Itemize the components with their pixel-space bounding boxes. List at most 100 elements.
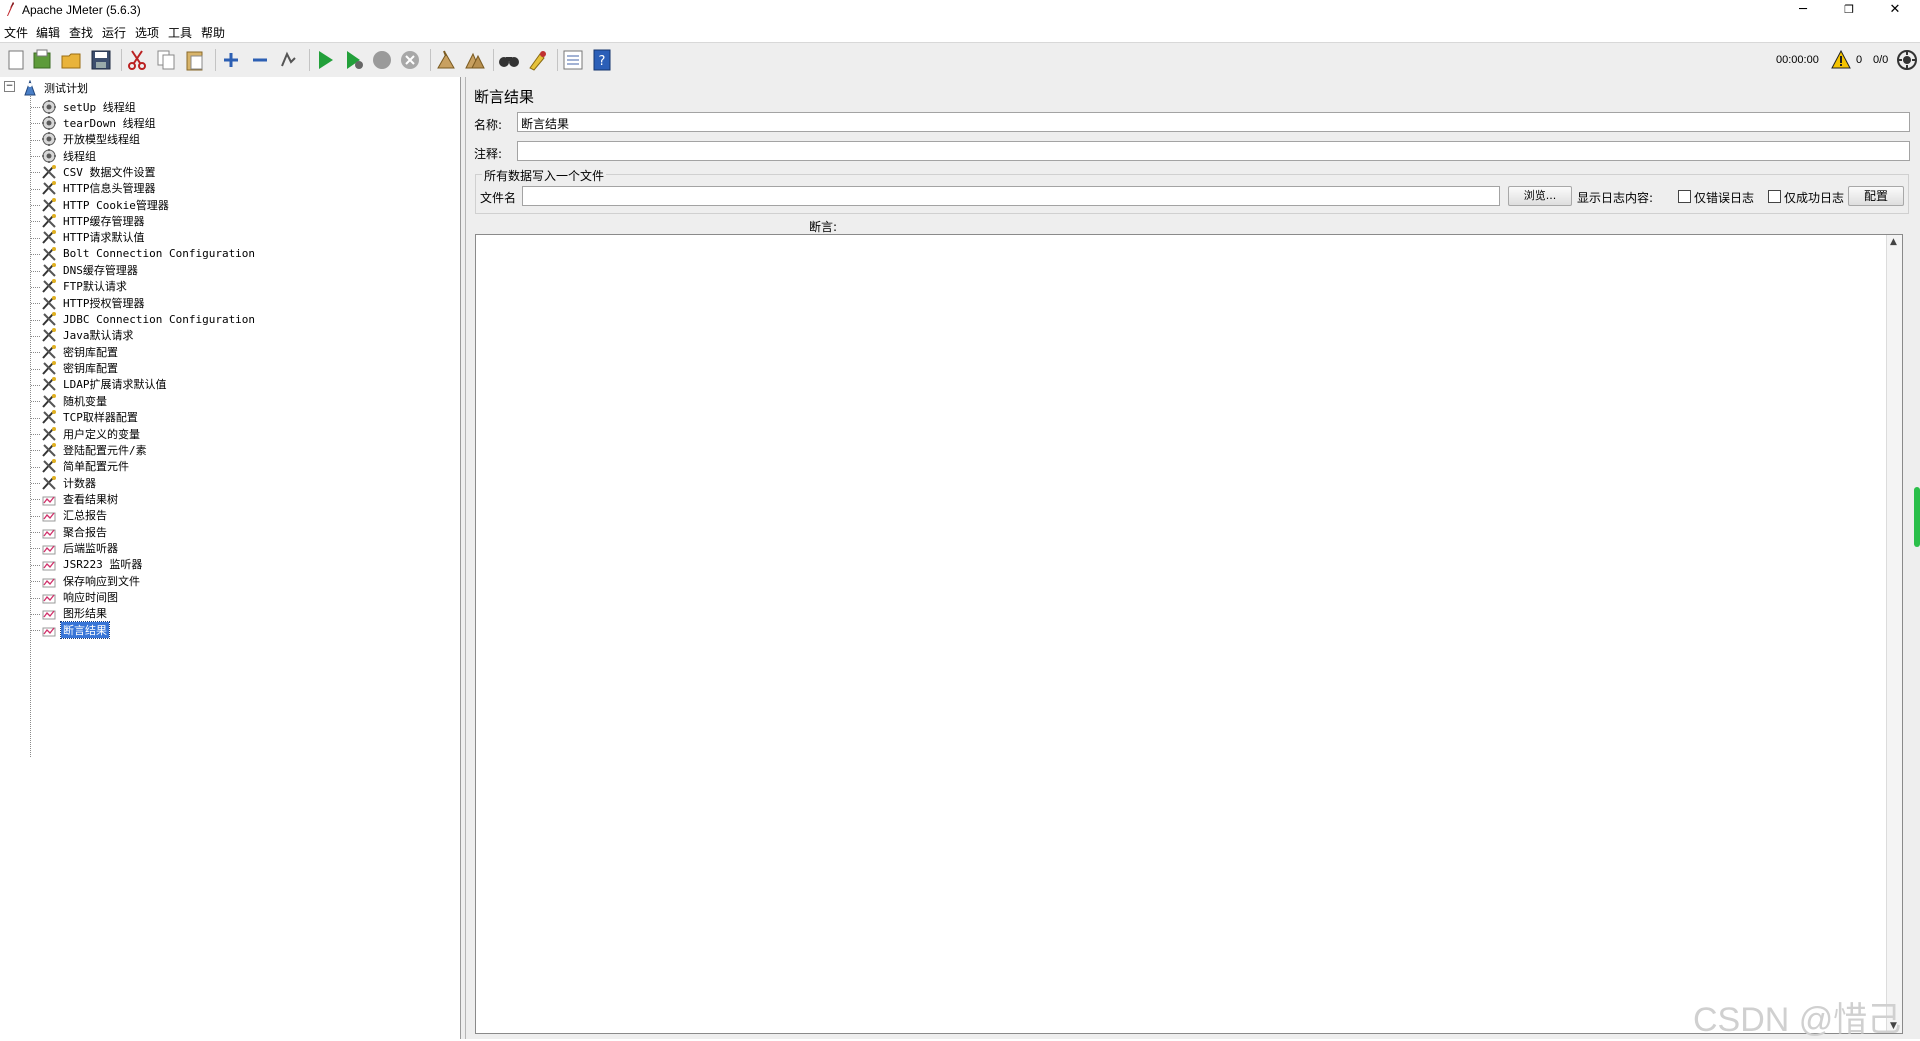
cut-icon[interactable] — [125, 48, 149, 72]
clear-icon[interactable] — [434, 48, 458, 72]
menu-bar: 文件 编辑 查找 运行 选项 工具 帮助 — [0, 22, 1920, 40]
config-element-icon — [42, 475, 56, 490]
menu-options[interactable]: 选项 — [135, 24, 159, 41]
tree-guide-line — [31, 630, 40, 632]
test-plan-icon — [24, 79, 36, 95]
tree-label: 后端监听器 — [63, 541, 118, 555]
copy-icon[interactable] — [154, 48, 178, 72]
start-icon[interactable] — [313, 48, 337, 72]
tree-guide-line — [31, 188, 40, 190]
menu-tools[interactable]: 工具 — [168, 24, 192, 41]
search-icon[interactable] — [497, 48, 521, 72]
success-only-checkbox[interactable] — [1768, 190, 1781, 203]
listener-icon — [42, 512, 56, 522]
tree-label: JDBC Connection Configuration — [63, 312, 256, 326]
tree-guide-line — [31, 270, 40, 272]
tree-label: 密钥库配置 — [63, 362, 118, 376]
config-element-icon — [42, 263, 56, 277]
function-helper-icon[interactable] — [561, 48, 585, 72]
group-title: 所有数据写入一个文件 — [482, 167, 607, 184]
toolbar-separator — [493, 49, 494, 71]
expand-icon[interactable] — [219, 48, 243, 72]
toolbar-separator — [121, 49, 122, 71]
assertion-results-text[interactable]: ▲ ▼ — [475, 234, 1903, 1034]
clear-all-icon[interactable] — [463, 48, 487, 72]
scroll-up-arrow[interactable]: ▲ — [1890, 237, 1897, 247]
toolbar-separator — [215, 49, 216, 71]
tree-label: 密钥库配置 — [63, 345, 118, 359]
collapse-toggle[interactable]: − — [4, 81, 15, 92]
tree-label: 线程组 — [63, 149, 96, 163]
tree-guide-line — [31, 434, 40, 435]
tree-guide-line — [31, 548, 40, 550]
tree-guide-line — [31, 205, 40, 207]
config-element-icon — [42, 164, 56, 179]
close-button[interactable]: ✕ — [1872, 0, 1918, 20]
tree-guide-line — [31, 515, 40, 517]
config-element-icon — [42, 459, 56, 473]
filename-label: 文件名 — [480, 191, 517, 205]
listener-icon — [42, 496, 56, 506]
tree-label: 响应时间图 — [63, 591, 118, 604]
tree-label: tearDown 线程组 — [63, 116, 156, 130]
paste-icon[interactable] — [183, 48, 207, 72]
start-no-pause-icon[interactable] — [342, 48, 366, 72]
filename-field[interactable] — [522, 186, 1500, 206]
config-element-icon — [42, 246, 56, 261]
config-element-icon — [42, 377, 56, 392]
tree-guide-line — [31, 172, 40, 174]
save-icon[interactable] — [89, 48, 113, 72]
tree-label: 测试计划 — [44, 81, 88, 95]
config-element-icon — [42, 426, 56, 441]
test-plan-tree[interactable]: − 测试计划 setUp 线程组 tearDown 线程组 开放模型线程组 线程组 CS… — [0, 77, 461, 1039]
errors-only-checkbox[interactable] — [1678, 190, 1691, 203]
errors-only-label: 仅错误日志 — [1694, 191, 1755, 205]
config-element-icon — [42, 393, 56, 408]
reset-search-icon[interactable] — [526, 48, 550, 72]
tree-label: 用户定义的变量 — [63, 427, 140, 441]
listener-icon — [42, 561, 56, 571]
browse-button[interactable]: 浏览... — [1508, 186, 1572, 206]
vertical-scrollbar[interactable]: ▲ ▼ — [1886, 235, 1902, 1033]
config-element-icon — [42, 312, 56, 326]
assertion-results-panel: 断言结果 名称: 断言结果 注释: 所有数据写入一个文件 文件名 浏览... 显… — [466, 77, 1920, 1039]
thread-group-icon — [42, 115, 56, 130]
menu-edit[interactable]: 编辑 — [36, 24, 60, 41]
shutdown-icon[interactable] — [398, 48, 422, 72]
toolbar: ? 00:00:00 0 0/0 — [0, 42, 1920, 78]
tree-guide-line — [31, 581, 40, 583]
tree-guide-line — [31, 401, 40, 403]
name-field[interactable]: 断言结果 — [517, 112, 1910, 132]
tree-item-selected[interactable]: 断言结果 — [41, 620, 110, 639]
jmeter-feather-icon — [7, 2, 14, 16]
menu-search[interactable]: 查找 — [69, 24, 93, 41]
tree-label: 随机变量 — [63, 394, 107, 408]
toggle-icon[interactable] — [277, 48, 301, 72]
toolbar-separator — [430, 49, 431, 71]
listener-icon — [42, 594, 56, 604]
restore-button[interactable]: ❐ — [1826, 0, 1872, 20]
listener-icon — [42, 610, 56, 620]
templates-icon[interactable] — [30, 48, 54, 72]
warning-icon[interactable] — [1831, 50, 1851, 70]
tree-label: 计数器 — [63, 476, 96, 490]
side-indicator — [1914, 487, 1920, 547]
minimize-button[interactable]: ─ — [1780, 0, 1826, 20]
menu-run[interactable]: 运行 — [102, 24, 126, 41]
menu-help[interactable]: 帮助 — [201, 24, 225, 41]
toolbar-separator — [309, 49, 310, 71]
name-label: 名称: — [474, 118, 503, 132]
tree-guide-line — [31, 384, 40, 386]
menu-file[interactable]: 文件 — [4, 24, 28, 41]
tree-root-test-plan[interactable]: 测试计划 — [22, 78, 90, 97]
stop-icon[interactable] — [370, 48, 394, 72]
open-icon[interactable] — [60, 48, 84, 72]
new-icon[interactable] — [4, 48, 28, 72]
comment-field[interactable] — [517, 141, 1910, 161]
help-icon[interactable]: ? — [590, 48, 614, 72]
tree-guide-line — [31, 466, 40, 468]
tree-label: Bolt Connection Configuration — [63, 247, 256, 261]
configure-button[interactable]: 配置 — [1848, 186, 1904, 206]
collapse-icon[interactable] — [248, 48, 272, 72]
remote-status-icon — [1897, 50, 1917, 70]
